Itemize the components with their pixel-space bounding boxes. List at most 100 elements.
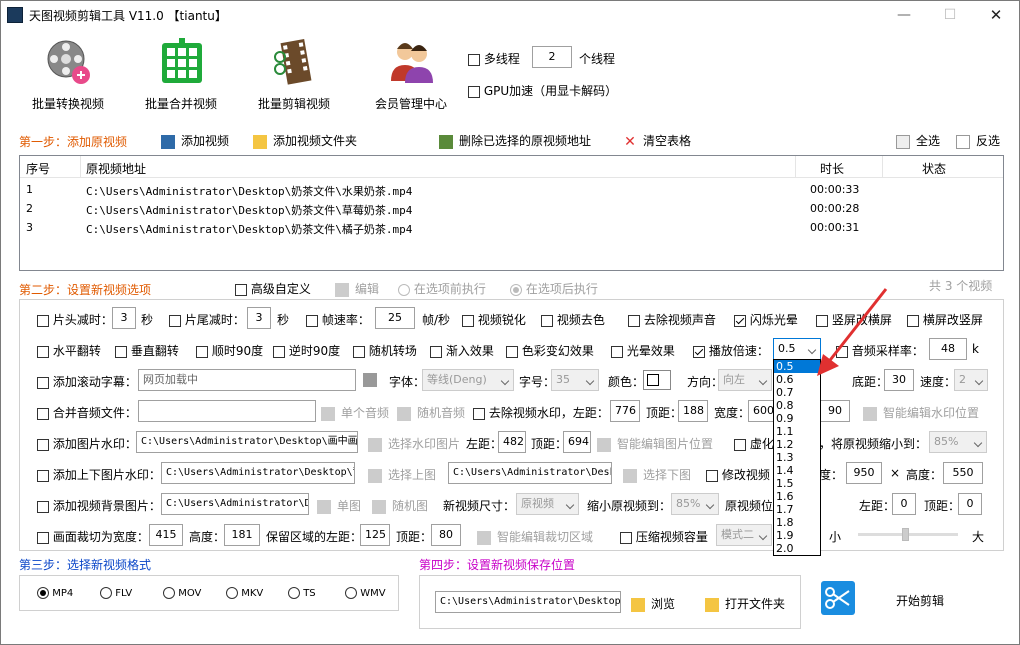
color-fx-checkbox[interactable] [506, 345, 518, 358]
invert-selection-button[interactable]: 反选 [956, 132, 1000, 149]
single-img-button[interactable]: 单图 [317, 497, 361, 514]
member-center-button[interactable]: 会员管理中心 [361, 37, 461, 115]
mov-radio[interactable] [163, 587, 175, 599]
new-size-select[interactable]: 原视频 [516, 493, 579, 515]
h2v-option[interactable]: 横屏改竖屏 [907, 311, 983, 328]
start-button[interactable]: 开始剪辑 [896, 592, 944, 609]
res-width-input[interactable]: 950 [846, 462, 882, 484]
remove-audio-checkbox[interactable] [628, 314, 640, 327]
choose-bottom-button[interactable]: 选择下图 [623, 466, 691, 483]
open-folder-button[interactable]: 打开文件夹 [705, 595, 785, 612]
slider-thumb[interactable] [902, 528, 909, 541]
speed-option-item[interactable]: 0.7 [774, 386, 820, 399]
decolor-checkbox[interactable] [541, 314, 553, 327]
tail-cut-input[interactable]: 3 [247, 307, 271, 329]
speed-option-item[interactable]: 1.9 [774, 529, 820, 542]
bg-left-input[interactable]: 0 [892, 493, 916, 515]
img-wm-path[interactable]: C:\Users\Administrator\Desktop\画中画 [136, 431, 358, 453]
smart-wm-button[interactable]: 智能编辑水印位置 [863, 404, 979, 421]
fps-option[interactable]: 帧速率： [306, 311, 370, 328]
bg-img-checkbox[interactable] [37, 500, 49, 513]
add-folder-button[interactable]: 添加视频文件夹 [253, 132, 357, 149]
clear-table-button[interactable]: ✕ 清空表格 [623, 132, 691, 149]
speed-checkbox[interactable] [693, 345, 705, 358]
wmv-radio[interactable] [345, 587, 357, 599]
compress-mode-select[interactable]: 模式二 [716, 524, 772, 546]
table-row[interactable]: 1 C:\Users\Administrator\Desktop\奶茶文件\水果… [20, 180, 1003, 199]
subtitle-option[interactable]: 添加滚动字幕： [37, 373, 137, 390]
bg-img-option[interactable]: 添加视频背景图片： [37, 497, 161, 514]
rand-trans-option[interactable]: 随机转场 [353, 342, 417, 359]
top-img-path[interactable]: C:\Users\Administrator\Desktop\背 [161, 462, 355, 484]
modify-res-option[interactable]: 修改视频 [706, 466, 770, 483]
multithread-checkbox[interactable] [468, 53, 480, 66]
ccw90-checkbox[interactable] [273, 345, 285, 358]
multithread-option[interactable]: 多线程 [468, 50, 520, 67]
compress-slider[interactable] [858, 528, 958, 541]
edit-button[interactable]: 编辑 [335, 280, 379, 297]
h2v-checkbox[interactable] [907, 314, 919, 327]
speed-option-item[interactable]: 1.1 [774, 425, 820, 438]
subtitle-input[interactable]: 网页加载中 [138, 369, 356, 391]
blur-option[interactable]: 虚化 [734, 435, 774, 452]
vflip-option[interactable]: 垂直翻转 [115, 342, 179, 359]
bg-img-path[interactable]: C:\Users\Administrator\Deskt [161, 493, 309, 515]
rand-trans-checkbox[interactable] [353, 345, 365, 358]
decolor-option[interactable]: 视频去色 [541, 311, 605, 328]
batch-merge-button[interactable]: 批量合并视频 [131, 37, 231, 115]
format-ts[interactable]: TS [288, 587, 316, 599]
smart-crop-button[interactable]: 智能编辑裁切区域 [477, 528, 593, 545]
format-mov[interactable]: MOV [163, 587, 201, 599]
format-flv[interactable]: FLV [100, 587, 132, 599]
format-mp4[interactable]: MP4 [37, 587, 73, 599]
img-top-input[interactable]: 694 [563, 431, 591, 453]
vflip-checkbox[interactable] [115, 345, 127, 358]
crop-option[interactable]: 画面裁切为宽度： [37, 528, 149, 545]
close-button[interactable]: ✕ [973, 1, 1019, 29]
remove-audio-option[interactable]: 去除视频声音 [628, 311, 716, 328]
fps-checkbox[interactable] [306, 314, 318, 327]
res-height-input[interactable]: 550 [943, 462, 983, 484]
sharpen-checkbox[interactable] [462, 314, 474, 327]
cw90-checkbox[interactable] [196, 345, 208, 358]
wm-height-input[interactable]: 90 [820, 400, 850, 422]
cw90-option[interactable]: 顺时90度 [196, 342, 263, 359]
merge-audio-checkbox[interactable] [37, 407, 49, 420]
tb-wm-option[interactable]: 添加上下图片水印： [37, 466, 161, 483]
flv-radio[interactable] [100, 587, 112, 599]
flash-checkbox[interactable] [734, 314, 746, 327]
table-row[interactable]: 3 C:\Users\Administrator\Desktop\奶茶文件\橘子… [20, 218, 1003, 237]
merge-audio-input[interactable] [138, 400, 316, 422]
speed-option-item[interactable]: 1.6 [774, 490, 820, 503]
advanced-checkbox[interactable] [235, 283, 247, 296]
crop-checkbox[interactable] [37, 531, 49, 544]
rand-img-button[interactable]: 随机图 [372, 497, 428, 514]
speed-option-item[interactable]: 1.2 [774, 438, 820, 451]
after-option[interactable]: 在选项后执行 [510, 280, 598, 297]
light-fx-option[interactable]: 光晕效果 [611, 342, 675, 359]
wm-left-input[interactable]: 776 [610, 400, 640, 422]
speed-option-item[interactable]: 1.5 [774, 477, 820, 490]
text-style-icon[interactable] [363, 373, 377, 387]
minimize-button[interactable]: — [881, 1, 927, 29]
choose-wm-img-button[interactable]: 选择水印图片 [368, 435, 460, 452]
crop-height-input[interactable]: 181 [224, 524, 260, 546]
crop-top-input[interactable]: 80 [431, 524, 461, 546]
remove-wm-checkbox[interactable] [473, 407, 485, 420]
table-row[interactable]: 2 C:\Users\Administrator\Desktop\奶茶文件\草莓… [20, 199, 1003, 218]
color-picker[interactable] [643, 370, 671, 390]
mp4-radio[interactable] [37, 587, 49, 599]
bottom-img-path[interactable]: C:\Users\Administrator\Desk [448, 462, 612, 484]
merge-audio-option[interactable]: 合并音频文件： [37, 404, 137, 421]
blur-checkbox[interactable] [734, 438, 746, 451]
single-audio-button[interactable]: 单个音频 [321, 404, 389, 421]
thread-count-input[interactable]: 2 [532, 46, 572, 68]
speed-option-item[interactable]: 1.7 [774, 503, 820, 516]
hflip-checkbox[interactable] [37, 345, 49, 358]
ts-radio[interactable] [288, 587, 300, 599]
head-cut-input[interactable]: 3 [112, 307, 136, 329]
font-select[interactable]: 等线(Deng) [422, 369, 514, 391]
ccw90-option[interactable]: 逆时90度 [273, 342, 340, 359]
video-table[interactable]: 序号 原视频地址 时长 状态 1 C:\Users\Administrator\… [19, 155, 1004, 271]
light-fx-checkbox[interactable] [611, 345, 623, 358]
